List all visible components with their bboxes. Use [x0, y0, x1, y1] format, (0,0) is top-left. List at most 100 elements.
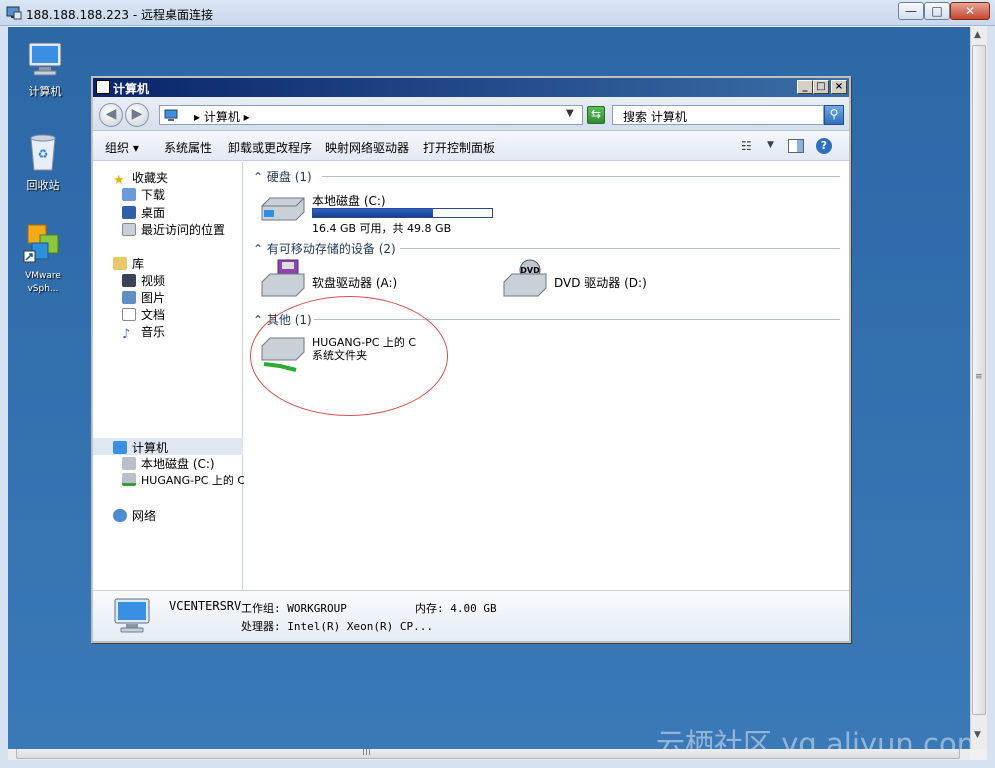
map-network-drive-button[interactable]: 映射网络驱动器	[325, 139, 409, 156]
scroll-up-arrow-icon[interactable]: ▲	[974, 30, 981, 40]
drive-item-c[interactable]: 本地磁盘 (C:) 16.4 GB 可用，共 49.8 GB	[260, 188, 500, 235]
recycle-bin-icon: ♻	[30, 134, 56, 171]
computer-icon	[164, 109, 178, 121]
drive-free-space: 16.4 GB 可用，共 49.8 GB	[312, 222, 452, 235]
nav-downloads[interactable]: 下载	[122, 186, 165, 202]
nav-label: 最近访问的位置	[141, 223, 226, 237]
desktop-icon-label: VMware vSph...	[25, 271, 61, 294]
computer-icon	[28, 42, 62, 76]
nav-label: 收藏夹	[132, 171, 169, 185]
rdp-maximize-button[interactable]: □	[924, 2, 950, 20]
explorer-maximize-button[interactable]: □	[813, 80, 829, 94]
capacity-bar	[312, 208, 493, 218]
nav-pictures[interactable]: 图片	[122, 289, 165, 305]
nav-network[interactable]: 网络	[113, 507, 156, 523]
rdp-frame-right	[987, 26, 995, 760]
memory-text: 内存: 4.00 GB	[415, 602, 497, 615]
watermark: 云栖社区 yq.aliyun.com	[656, 727, 970, 749]
uninstall-programs-button[interactable]: 卸载或更改程序	[228, 139, 312, 156]
nav-favorites[interactable]: ★ 收藏夹	[113, 169, 169, 187]
nav-local-disk[interactable]: 本地磁盘 (C:)	[122, 455, 215, 471]
drive-name: 本地磁盘 (C:)	[312, 194, 386, 208]
nav-documents[interactable]: 文档	[122, 306, 165, 322]
nav-label: 网络	[132, 509, 157, 523]
explorer-close-button[interactable]: ×	[831, 80, 847, 94]
desktop-icon	[122, 206, 136, 219]
refresh-button[interactable]: ⇆	[587, 106, 605, 124]
chevron-down-icon[interactable]: ▼	[767, 140, 774, 150]
search-icon[interactable]: ⚲	[824, 105, 844, 125]
network-icon	[113, 509, 127, 522]
rdp-titlebar[interactable]: 188.188.188.223 - 远程桌面连接 — □ ✕	[0, 0, 995, 26]
computer-icon	[96, 80, 110, 94]
back-button[interactable]: ◀	[99, 103, 123, 127]
recent-places-icon	[122, 223, 136, 236]
desktop-icon-label: 计算机	[28, 85, 62, 98]
nav-music[interactable]: ♪ 音乐	[122, 323, 165, 342]
command-toolbar: 组织 ▾ 系统属性 卸载或更改程序 映射网络驱动器 打开控制面板 ☷ ▼ ?	[93, 131, 849, 161]
address-bar: ◀ ▶ ▸ 计算机 ▸ ▼ ⇆ 搜索 计算机 ⚲	[93, 97, 849, 131]
explorer-title: 计算机	[113, 82, 150, 96]
dvd-drive-icon: DVD	[503, 259, 547, 297]
details-pane: VCENTERSRV 工作组: WORKGROUP 内存: 4.00 GB 处理…	[93, 590, 849, 641]
search-placeholder: 搜索 计算机	[623, 110, 687, 124]
chevron-down-icon[interactable]: ▼	[566, 108, 574, 119]
nav-label: 下载	[141, 188, 166, 202]
network-drive-icon	[122, 473, 136, 486]
nav-label: 图片	[141, 291, 166, 305]
desktop-icon-vmware[interactable]: VMware vSph...	[13, 223, 73, 296]
music-icon: ♪	[122, 327, 131, 342]
explorer-minimize-button[interactable]: _	[797, 80, 813, 94]
group-divider	[400, 248, 840, 249]
address-text: ▸ 计算机 ▸	[194, 110, 250, 124]
preview-pane-icon[interactable]	[788, 139, 804, 153]
library-icon	[113, 257, 127, 270]
nav-recent-places[interactable]: 最近访问的位置	[122, 221, 225, 237]
rdp-minimize-button[interactable]: —	[898, 2, 924, 20]
content-pane: ⌃ 硬盘 (1) 本地磁盘 (C:) 16.4 GB 可用，共 49.8 GB …	[244, 162, 849, 590]
collapse-icon: ⌃	[253, 170, 267, 184]
address-field[interactable]: ▸ 计算机 ▸ ▼	[159, 105, 583, 125]
hard-drive-icon	[261, 197, 305, 221]
rdp-frame-left	[0, 26, 8, 760]
rdp-vertical-scrollbar[interactable]: ▲ ≡ ▼	[970, 27, 987, 749]
vertical-scroll-thumb[interactable]: ≡	[972, 45, 986, 715]
organize-button[interactable]: 组织 ▾	[105, 139, 139, 156]
navigation-pane: ★ 收藏夹 下载 桌面 最近访问的位置 库 视频 图片 文档 ♪ 音乐 计算机 本地…	[93, 162, 245, 590]
computer-icon	[114, 598, 150, 633]
nav-videos[interactable]: 视频	[122, 272, 165, 288]
group-divider	[322, 176, 840, 177]
svg-text:♻: ♻	[38, 147, 49, 161]
nav-label: HUGANG-PC 上的 C	[141, 474, 246, 487]
remote-desktop-icon	[6, 5, 22, 21]
system-properties-button[interactable]: 系统属性	[164, 139, 212, 156]
hard-drive-icon	[122, 457, 136, 470]
processor-text: 处理器: Intel(R) Xeon(R) CP...	[241, 620, 433, 633]
nav-remote-share[interactable]: HUGANG-PC 上的 C	[122, 472, 245, 488]
nav-label: 库	[132, 257, 145, 271]
nav-label: 本地磁盘 (C:)	[141, 457, 215, 471]
grip-icon: ≡	[975, 372, 983, 382]
group-header-hard-disks[interactable]: ⌃ 硬盘 (1)	[253, 168, 312, 185]
group-label: 有可移动存储的设备 (2)	[266, 242, 396, 256]
drive-name: DVD 驱动器 (D:)	[554, 276, 647, 290]
search-input[interactable]: 搜索 计算机	[612, 105, 824, 125]
nav-desktop[interactable]: 桌面	[122, 204, 165, 220]
view-options-icon[interactable]: ☷	[741, 139, 752, 153]
desktop-icon-recycle-bin[interactable]: ♻ 回收站	[13, 130, 73, 192]
computer-name: VCENTERSRV	[169, 599, 242, 613]
group-header-removable[interactable]: ⌃ 有可移动存储的设备 (2)	[253, 240, 396, 257]
rdp-close-button[interactable]: ✕	[950, 2, 990, 20]
forward-button[interactable]: ▶	[125, 103, 149, 127]
explorer-titlebar[interactable]: 计算机 _ □ ×	[93, 78, 849, 97]
nav-computer[interactable]: 计算机	[113, 439, 168, 455]
drive-item-dvd[interactable]: DVD DVD 驱动器 (D:)	[502, 258, 702, 298]
open-control-panel-button[interactable]: 打开控制面板	[423, 139, 495, 156]
nav-libraries[interactable]: 库	[113, 255, 144, 271]
drive-item-floppy[interactable]: 软盘驱动器 (A:)	[260, 258, 460, 298]
nav-label: 计算机	[132, 441, 169, 455]
scroll-down-arrow-icon[interactable]: ▼	[974, 730, 981, 740]
help-icon[interactable]: ?	[816, 138, 832, 154]
desktop-icon-computer[interactable]: 计算机	[15, 40, 75, 98]
vmware-vsphere-icon	[23, 224, 59, 263]
